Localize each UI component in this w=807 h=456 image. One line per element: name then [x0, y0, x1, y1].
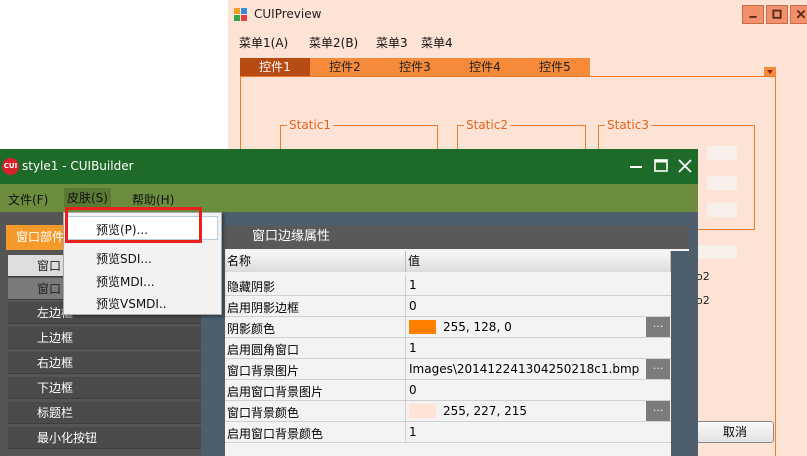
minimize-button[interactable]: [742, 5, 764, 24]
property-row[interactable]: 隐藏阴影 1: [225, 275, 689, 296]
close-icon[interactable]: [675, 157, 695, 175]
column-header-value[interactable]: 值: [406, 251, 671, 272]
preview-field[interactable]: [707, 203, 737, 217]
property-grid: 窗口边缘属性 名称 值 隐藏阴影 1 启用阴影边框 0 阴影颜色 255, 12…: [225, 225, 689, 456]
menu-skin[interactable]: 皮肤(S): [64, 188, 111, 208]
minimize-icon[interactable]: [626, 157, 646, 175]
property-row[interactable]: 启用圆角窗口 1: [225, 338, 689, 359]
maximize-icon[interactable]: [651, 157, 671, 175]
property-value[interactable]: 255, 128, 0: [443, 320, 512, 334]
property-name: 启用窗口背景图片: [227, 385, 324, 399]
property-value[interactable]: 1: [409, 278, 417, 292]
close-button[interactable]: [790, 5, 807, 24]
property-value[interactable]: 1: [409, 425, 417, 439]
property-grid-header: 窗口边缘属性: [225, 225, 689, 249]
property-name: 启用窗口背景颜色: [227, 427, 324, 441]
preview-menu-4[interactable]: 菜单4: [421, 34, 453, 51]
property-value[interactable]: Images\201412241304250218c1.bmp: [409, 362, 639, 376]
group-label: Static1: [287, 118, 333, 132]
menu-item-preview-vsmdi[interactable]: 预览VSMDI..: [96, 295, 167, 312]
property-name: 隐藏阴影: [227, 280, 276, 294]
property-value[interactable]: 0: [409, 383, 417, 397]
maximize-button[interactable]: [766, 5, 788, 24]
preview-titlebar[interactable]: CUIPreview: [228, 0, 807, 30]
nav-item-right-border[interactable]: 右边框: [8, 352, 201, 374]
browse-button[interactable]: ...: [646, 401, 670, 421]
property-row[interactable]: 启用窗口背景图片 0: [225, 380, 689, 401]
cancel-button[interactable]: 取消: [696, 421, 774, 443]
builder-title: style1 - CUIBuilder: [22, 159, 134, 173]
property-value[interactable]: 0: [409, 299, 417, 313]
column-header-name[interactable]: 名称: [225, 251, 406, 272]
annotation-highlight-box: [65, 207, 202, 243]
property-row[interactable]: 窗口背景图片 Images\201412241304250218c1.bmp .…: [225, 359, 689, 380]
nav-item-titlebar[interactable]: 标题栏: [8, 402, 201, 424]
preview-field[interactable]: [694, 245, 737, 259]
group-label: Static3: [605, 118, 651, 132]
tab-control-3[interactable]: 控件3: [380, 58, 450, 76]
minimize-icon: [749, 15, 757, 18]
nav-item-bottom-border[interactable]: 下边框: [8, 377, 201, 399]
nav-section-window-parts[interactable]: 窗口部件: [6, 225, 66, 250]
preview-menu-3[interactable]: 菜单3: [376, 34, 408, 51]
cui-logo-icon: CUI: [2, 158, 19, 175]
preview-menu-1[interactable]: 菜单1(A): [239, 34, 288, 51]
nav-item-top-border[interactable]: 上边框: [8, 327, 201, 349]
property-name: 窗口背景颜色: [227, 406, 300, 420]
browse-button[interactable]: ...: [646, 317, 670, 337]
color-swatch: [409, 404, 436, 418]
tab-control-4[interactable]: 控件4: [450, 58, 520, 76]
preview-field[interactable]: [707, 146, 737, 160]
menu-item-preview-sdi[interactable]: 预览SDI...: [96, 250, 152, 267]
app-icon: [234, 8, 247, 21]
property-row[interactable]: 窗口背景颜色 255, 227, 215 ...: [225, 401, 689, 422]
preview-title: CUIPreview: [254, 7, 322, 21]
tab-control-2[interactable]: 控件2: [310, 58, 380, 76]
tab-control-1[interactable]: 控件1: [240, 58, 310, 76]
group-label: Static2: [464, 118, 510, 132]
property-row[interactable]: 启用窗口背景颜色 1: [225, 422, 689, 443]
property-name: 窗口背景图片: [227, 364, 300, 378]
preview-menubar: 菜单1(A) 菜单2(B) 菜单3 菜单4: [228, 31, 807, 51]
tab-control-5[interactable]: 控件5: [520, 58, 590, 76]
menu-item-preview-mdi[interactable]: 预览MDI...: [96, 273, 155, 290]
property-name: 启用圆角窗口: [227, 343, 300, 357]
property-value[interactable]: 255, 227, 215: [443, 404, 527, 418]
property-name: 阴影颜色: [227, 322, 276, 336]
builder-titlebar[interactable]: CUI style1 - CUIBuilder: [0, 149, 698, 184]
menu-help[interactable]: 帮助(H): [130, 191, 176, 208]
vertical-scrollbar[interactable]: [671, 251, 689, 456]
property-row[interactable]: 阴影颜色 255, 128, 0 ...: [225, 317, 689, 338]
maximize-icon: [772, 9, 782, 19]
preview-field[interactable]: [707, 176, 737, 190]
close-icon: [796, 9, 806, 19]
nav-item-minimize-button[interactable]: 最小化按钮: [8, 427, 201, 449]
color-swatch: [409, 320, 436, 334]
property-name: 启用阴影边框: [227, 301, 300, 315]
browse-button[interactable]: ...: [646, 359, 670, 379]
preview-menu-2[interactable]: 菜单2(B): [309, 34, 358, 51]
menu-file[interactable]: 文件(F): [6, 191, 50, 208]
property-row[interactable]: 启用阴影边框 0: [225, 296, 689, 317]
property-value[interactable]: 1: [409, 341, 417, 355]
